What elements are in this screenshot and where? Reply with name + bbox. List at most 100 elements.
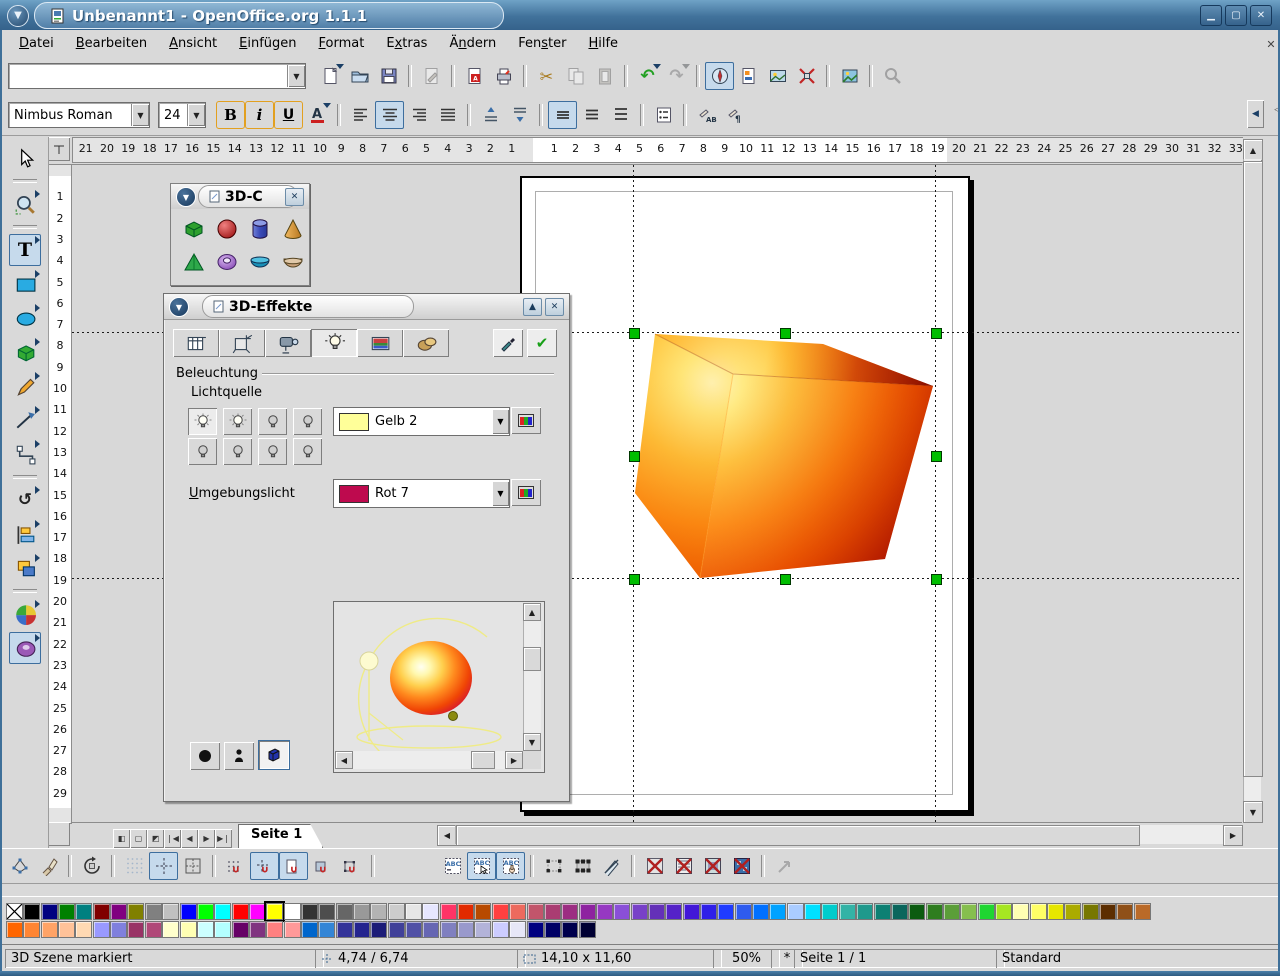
color-swatch[interactable] — [75, 921, 92, 938]
color-swatch[interactable] — [978, 903, 995, 920]
zoom-page-button[interactable] — [792, 62, 821, 90]
tab-geometry[interactable] — [219, 329, 265, 357]
color-swatch[interactable] — [804, 903, 821, 920]
select-tool[interactable] — [9, 142, 41, 174]
color-swatch[interactable] — [405, 921, 422, 938]
selection-handle[interactable] — [780, 574, 791, 585]
close-icon[interactable]: ✕ — [285, 188, 304, 206]
placeholder-all-option[interactable] — [727, 852, 756, 880]
color-swatch[interactable] — [960, 903, 977, 920]
color-swatch[interactable] — [370, 921, 387, 938]
linespace-1-button[interactable] — [548, 101, 577, 129]
light-source-6-button[interactable] — [223, 438, 252, 465]
quick-edit-option[interactable]: ABC — [438, 852, 467, 880]
navigator-button[interactable] — [705, 62, 734, 90]
snap-points-option[interactable] — [337, 852, 366, 880]
color-swatch[interactable] — [440, 903, 457, 920]
color-swatch[interactable] — [648, 903, 665, 920]
light-color-picker-button[interactable] — [511, 407, 541, 434]
color-swatch[interactable] — [544, 921, 561, 938]
preview-vscrollbar[interactable]: ▲ ▼ — [523, 603, 541, 751]
selection-handle[interactable] — [629, 451, 640, 462]
placeholder-image-option[interactable] — [640, 852, 669, 880]
align-objects-tool-tool[interactable] — [9, 518, 41, 550]
selection-handle[interactable] — [931, 451, 942, 462]
color-swatch[interactable] — [75, 903, 92, 920]
arrange-tool-tool[interactable] — [9, 552, 41, 584]
color-swatch[interactable] — [301, 903, 318, 920]
selection-handle[interactable] — [629, 328, 640, 339]
light-source-5-button[interactable] — [188, 438, 217, 465]
selection-handle[interactable] — [931, 328, 942, 339]
color-swatch[interactable] — [544, 903, 561, 920]
print-button[interactable] — [489, 62, 518, 90]
preview-hscrollbar[interactable]: ◀ ▶ — [335, 751, 523, 769]
color-swatch[interactable] — [110, 921, 127, 938]
color-swatch[interactable] — [561, 903, 578, 920]
select-text-area-option[interactable]: ABC — [467, 852, 496, 880]
gallery-button[interactable] — [763, 62, 792, 90]
3d-object-torus-button[interactable] — [211, 246, 243, 278]
scroll-down-button[interactable]: ▼ — [523, 733, 541, 751]
light-source-1-button[interactable] — [188, 408, 217, 435]
color-swatch[interactable] — [58, 921, 75, 938]
font-size-combobox[interactable]: 24 ▼ — [158, 102, 206, 128]
color-swatch[interactable] — [1082, 903, 1099, 920]
selection-handle[interactable] — [780, 328, 791, 339]
effects-tool-tool[interactable] — [9, 598, 41, 630]
color-swatch[interactable] — [318, 903, 335, 920]
color-swatch[interactable] — [596, 903, 613, 920]
objects3d-tool-tool[interactable] — [9, 632, 41, 664]
color-swatch[interactable] — [474, 921, 491, 938]
color-swatch[interactable] — [197, 921, 214, 938]
bold-button[interactable]: B — [216, 101, 245, 129]
menu-item-ansicht[interactable]: Ansicht — [158, 32, 228, 55]
preview-scene[interactable] — [335, 603, 523, 751]
new-doc-button[interactable] — [316, 62, 345, 90]
exit-group-option[interactable] — [770, 852, 799, 880]
light-source-3-button[interactable] — [258, 408, 287, 435]
maximize-button[interactable]: ▢ — [1225, 5, 1247, 26]
color-swatch[interactable] — [752, 903, 769, 920]
color-swatch[interactable] — [388, 903, 405, 920]
align-center-button[interactable] — [375, 101, 404, 129]
glue-points-option[interactable] — [34, 852, 63, 880]
tab-illumination[interactable] — [311, 329, 357, 357]
menu-item-hilfe[interactable]: Hilfe — [577, 32, 629, 55]
illumination-preview[interactable]: ▲ ▼ ◀ ▶ — [333, 601, 545, 773]
linespace-2-button[interactable] — [606, 101, 635, 129]
snap-grid-option[interactable] — [221, 852, 250, 880]
light-source-7-button[interactable] — [258, 438, 287, 465]
tab-material[interactable] — [403, 329, 449, 357]
page-mode-layer-button[interactable]: ◩ — [147, 829, 164, 848]
snap-guides-option[interactable] — [250, 852, 279, 880]
color-swatch[interactable] — [474, 903, 491, 920]
status-zoom[interactable]: 50% — [713, 949, 780, 968]
para-space-down-button[interactable] — [505, 101, 534, 129]
color-swatch[interactable] — [995, 903, 1012, 920]
rotate-mode-option[interactable] — [77, 852, 106, 880]
url-dropdown-icon[interactable]: ▼ — [287, 65, 305, 87]
color-swatch[interactable] — [492, 903, 509, 920]
pdf-export-button[interactable]: A — [460, 62, 489, 90]
menu-item-einfügen[interactable]: Einfügen — [228, 32, 307, 55]
color-swatch[interactable] — [405, 903, 422, 920]
ambient-color-combobox[interactable]: Rot 7 ▼ — [333, 479, 510, 508]
color-swatch[interactable] — [284, 921, 301, 938]
selection-handle[interactable] — [931, 574, 942, 585]
color-swatch[interactable] — [527, 903, 544, 920]
color-swatch[interactable] — [1047, 903, 1064, 920]
status-page[interactable]: Seite 1 / 1 — [794, 949, 1005, 968]
color-swatch[interactable] — [839, 903, 856, 920]
insert-graphic-button[interactable] — [835, 62, 864, 90]
justify-button[interactable] — [433, 101, 462, 129]
color-swatch[interactable] — [162, 921, 179, 938]
color-swatch[interactable] — [249, 921, 266, 938]
color-swatch[interactable] — [527, 921, 544, 938]
color-swatch[interactable] — [214, 903, 231, 920]
scroll-left-button[interactable]: ◀ — [437, 825, 457, 846]
next-page-button[interactable]: ▶ — [198, 829, 215, 848]
3d-object-half-sphere-button[interactable] — [277, 246, 309, 278]
grid-visible-option[interactable] — [120, 852, 149, 880]
color-swatch[interactable] — [1012, 903, 1029, 920]
